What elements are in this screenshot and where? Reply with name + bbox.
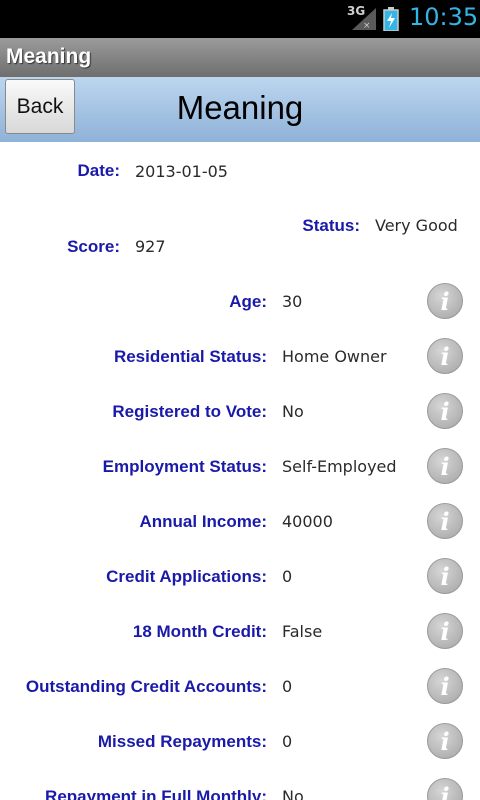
detail-row-employment-status: Employment Status: Self-Employed i: [0, 447, 480, 502]
svg-text:×: ×: [363, 21, 371, 30]
info-icon[interactable]: i: [427, 503, 463, 539]
detail-row-residential-status: Residential Status: Home Owner i: [0, 337, 480, 392]
detail-row-outstanding-credit-accounts: Outstanding Credit Accounts: 0 i: [0, 667, 480, 722]
detail-row-registered-to-vote: Registered to Vote: No i: [0, 392, 480, 447]
detail-row-age: Age: 30 i: [0, 282, 480, 337]
row-value: 0: [282, 677, 293, 696]
row-label: Age:: [229, 292, 267, 311]
row-value: No: [282, 787, 304, 800]
row-value: 30: [282, 292, 303, 311]
info-icon[interactable]: i: [427, 778, 463, 800]
row-label: Repayment in Full Monthly:: [45, 787, 267, 800]
row-value: 0: [282, 732, 293, 751]
status-value: Very Good: [375, 216, 458, 235]
back-button[interactable]: Back: [5, 79, 75, 134]
date-value: 2013-01-05: [135, 162, 228, 181]
battery-charging-icon: [383, 7, 399, 31]
status-bar: 3G × 10:35: [0, 0, 480, 38]
row-value: Self-Employed: [282, 457, 397, 476]
info-icon[interactable]: i: [427, 448, 463, 484]
row-label: Residential Status:: [113, 347, 267, 366]
row-value: 40000: [282, 512, 333, 531]
info-icon[interactable]: i: [427, 723, 463, 759]
page-header: Meaning Back: [0, 77, 480, 142]
info-icon[interactable]: i: [427, 613, 463, 649]
app-title-bar: Meaning: [0, 38, 480, 77]
info-icon[interactable]: i: [427, 393, 463, 429]
row-label: Employment Status:: [102, 457, 267, 476]
detail-row-annual-income: Annual Income: 40000 i: [0, 502, 480, 557]
row-label: 18 Month Credit:: [132, 622, 267, 641]
date-label: Date:: [77, 161, 120, 180]
clock: 10:35: [409, 3, 479, 31]
detail-row-credit-applications: Credit Applications: 0 i: [0, 557, 480, 612]
info-icon[interactable]: i: [427, 283, 463, 319]
signal-icon: ×: [352, 8, 376, 30]
detail-row-missed-repayments: Missed Repayments: 0 i: [0, 722, 480, 777]
row-value: No: [282, 402, 304, 421]
row-label: Credit Applications:: [106, 567, 267, 586]
app-title: Meaning: [6, 45, 92, 68]
status-label: Status:: [302, 216, 360, 235]
row-value: Home Owner: [282, 347, 387, 366]
row-value: False: [282, 622, 323, 641]
score-value: 927: [135, 237, 166, 256]
info-icon[interactable]: i: [427, 338, 463, 374]
score-label: Score:: [67, 237, 120, 256]
row-label: Missed Repayments:: [97, 732, 267, 751]
info-icon[interactable]: i: [427, 668, 463, 704]
row-label: Registered to Vote:: [112, 402, 267, 421]
detail-row-18-month-credit: 18 Month Credit: False i: [0, 612, 480, 667]
info-icon[interactable]: i: [427, 558, 463, 594]
detail-row-repayment-in-full-monthly: Repayment in Full Monthly: No i: [0, 777, 480, 800]
row-value: 0: [282, 567, 293, 586]
row-label: Annual Income:: [139, 512, 267, 531]
row-label: Outstanding Credit Accounts:: [25, 677, 267, 696]
